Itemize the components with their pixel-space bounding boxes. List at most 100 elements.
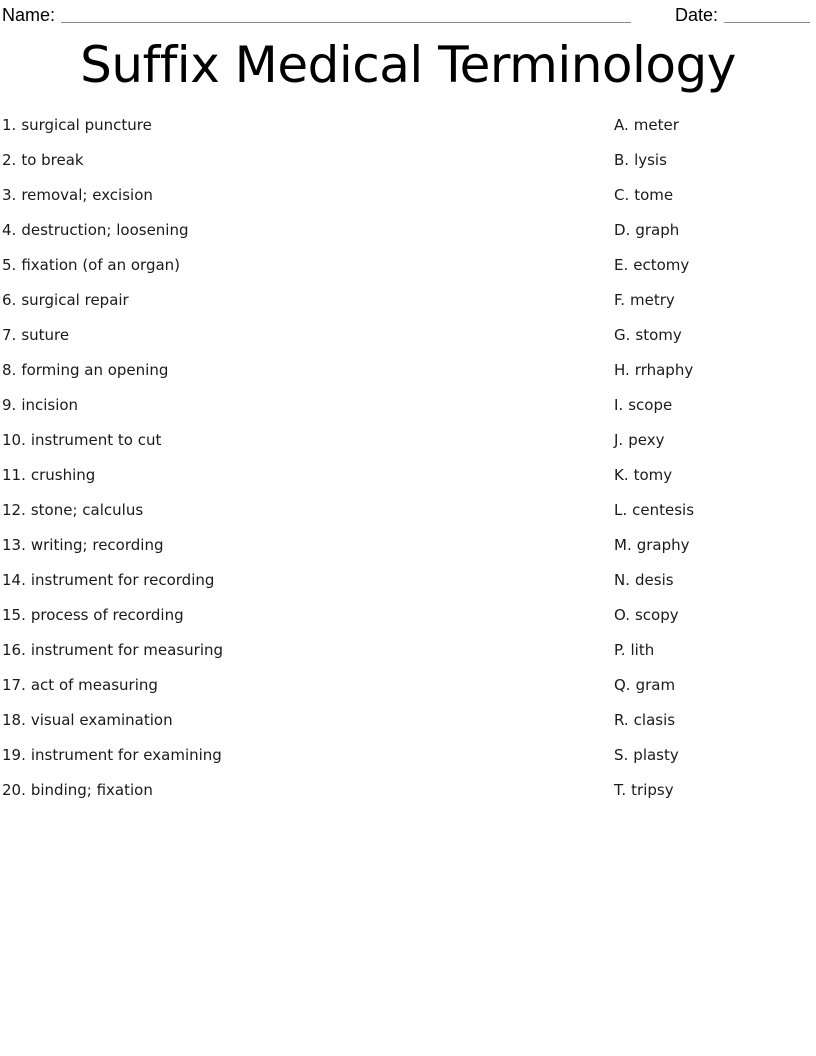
prompt-text: process of recording [30, 606, 184, 624]
answer-letter: S. [614, 746, 629, 764]
prompt-item[interactable]: 8. forming an opening [2, 353, 168, 388]
answer-letter: O. [614, 606, 630, 624]
answer-item[interactable]: N. desis [614, 563, 674, 598]
answer-item[interactable]: J. pexy [614, 423, 664, 458]
prompt-item[interactable]: 4. destruction; loosening [2, 213, 189, 248]
prompt-text: stone; calculus [30, 501, 144, 519]
prompt-text: instrument for measuring [30, 641, 224, 659]
answer-letter: E. [614, 256, 629, 274]
answer-item[interactable]: M. graphy [614, 528, 690, 563]
answer-text: tripsy [631, 781, 674, 799]
prompt-number: 1. [2, 116, 17, 134]
prompt-number: 4. [2, 221, 17, 239]
answer-item[interactable]: H. rrhaphy [614, 353, 693, 388]
answer-text: meter [633, 116, 679, 134]
answer-item[interactable]: F. metry [614, 283, 675, 318]
answer-text: rrhaphy [634, 361, 694, 379]
prompt-item[interactable]: 5. fixation (of an organ) [2, 248, 180, 283]
answer-text: centesis [632, 501, 695, 519]
match-row: 6. surgical repair F. metry [0, 283, 816, 318]
name-label: Name: [2, 5, 56, 25]
prompt-text: writing; recording [30, 536, 164, 554]
prompt-item[interactable]: 11. crushing [2, 458, 95, 493]
answer-item[interactable]: T. tripsy [614, 773, 674, 808]
prompt-text: instrument for recording [30, 571, 215, 589]
answer-text: clasis [633, 711, 676, 729]
answer-item[interactable]: O. scopy [614, 598, 679, 633]
answer-text: pexy [628, 431, 665, 449]
match-row: 17. act of measuring Q. gram [0, 668, 816, 703]
answer-text: scope [628, 396, 673, 414]
prompt-item[interactable]: 19. instrument for examining [2, 738, 222, 773]
answer-item[interactable]: B. lysis [614, 143, 667, 178]
matching-exercise: 1. surgical puncture A. meter 2. to break B… [0, 108, 816, 808]
prompt-number: 3. [2, 186, 17, 204]
match-row: 12. stone; calculus L. centesis [0, 493, 816, 528]
answer-letter: T. [614, 781, 627, 799]
answer-item[interactable]: S. plasty [614, 738, 679, 773]
answer-letter: M. [614, 536, 632, 554]
prompt-item[interactable]: 12. stone; calculus [2, 493, 143, 528]
answer-letter: G. [614, 326, 631, 344]
prompt-text: forming an opening [21, 361, 169, 379]
prompt-text: fixation (of an organ) [21, 256, 181, 274]
prompt-item[interactable]: 6. surgical repair [2, 283, 129, 318]
prompt-number: 6. [2, 291, 17, 309]
answer-item[interactable]: P. lith [614, 633, 654, 668]
answer-letter: J. [614, 431, 624, 449]
prompt-item[interactable]: 13. writing; recording [2, 528, 163, 563]
answer-text: lysis [634, 151, 667, 169]
prompt-text: instrument to cut [30, 431, 162, 449]
match-row: 3. removal; excision C. tome [0, 178, 816, 213]
prompt-item[interactable]: 15. process of recording [2, 598, 184, 633]
prompt-item[interactable]: 14. instrument for recording [2, 563, 214, 598]
prompt-number: 5. [2, 256, 17, 274]
prompt-item[interactable]: 10. instrument to cut [2, 423, 161, 458]
answer-text: lith [630, 641, 655, 659]
prompt-item[interactable]: 20. binding; fixation [2, 773, 153, 808]
answer-item[interactable]: I. scope [614, 388, 672, 423]
prompt-number: 18. [2, 711, 26, 729]
prompt-item[interactable]: 7. suture [2, 318, 69, 353]
prompt-number: 20. [2, 781, 26, 799]
answer-text: graphy [636, 536, 690, 554]
prompt-item[interactable]: 17. act of measuring [2, 668, 158, 703]
answer-item[interactable]: R. clasis [614, 703, 675, 738]
answer-letter: N. [614, 571, 630, 589]
prompt-number: 10. [2, 431, 26, 449]
answer-item[interactable]: D. graph [614, 213, 679, 248]
answer-letter: L. [614, 501, 628, 519]
answer-item[interactable]: A. meter [614, 108, 679, 143]
answer-item[interactable]: E. ectomy [614, 248, 689, 283]
prompt-item[interactable]: 16. instrument for measuring [2, 633, 223, 668]
match-row: 14. instrument for recording N. desis [0, 563, 816, 598]
match-row: 11. crushing K. tomy [0, 458, 816, 493]
prompt-text: incision [21, 396, 79, 414]
match-row: 7. suture G. stomy [0, 318, 816, 353]
prompt-item[interactable]: 9. incision [2, 388, 78, 423]
prompt-number: 12. [2, 501, 26, 519]
answer-item[interactable]: G. stomy [614, 318, 682, 353]
answer-letter: C. [614, 186, 630, 204]
name-input-line[interactable] [61, 8, 632, 23]
match-row: 19. instrument for examining S. plasty [0, 738, 816, 773]
prompt-item[interactable]: 2. to break [2, 143, 84, 178]
match-row: 2. to break B. lysis [0, 143, 816, 178]
prompt-number: 2. [2, 151, 17, 169]
page-title: Suffix Medical Terminology [80, 36, 736, 94]
prompt-number: 16. [2, 641, 26, 659]
answer-item[interactable]: K. tomy [614, 458, 672, 493]
answer-letter: D. [614, 221, 631, 239]
match-row: 1. surgical puncture A. meter [0, 108, 816, 143]
prompt-item[interactable]: 18. visual examination [2, 703, 173, 738]
prompt-number: 8. [2, 361, 17, 379]
prompt-item[interactable]: 3. removal; excision [2, 178, 153, 213]
answer-item[interactable]: L. centesis [614, 493, 694, 528]
answer-item[interactable]: C. tome [614, 178, 673, 213]
answer-item[interactable]: Q. gram [614, 668, 675, 703]
date-label: Date: [675, 5, 719, 25]
prompt-item[interactable]: 1. surgical puncture [2, 108, 152, 143]
answer-letter: I. [614, 396, 624, 414]
date-input-line[interactable] [724, 8, 811, 23]
prompt-text: destruction; loosening [21, 221, 189, 239]
